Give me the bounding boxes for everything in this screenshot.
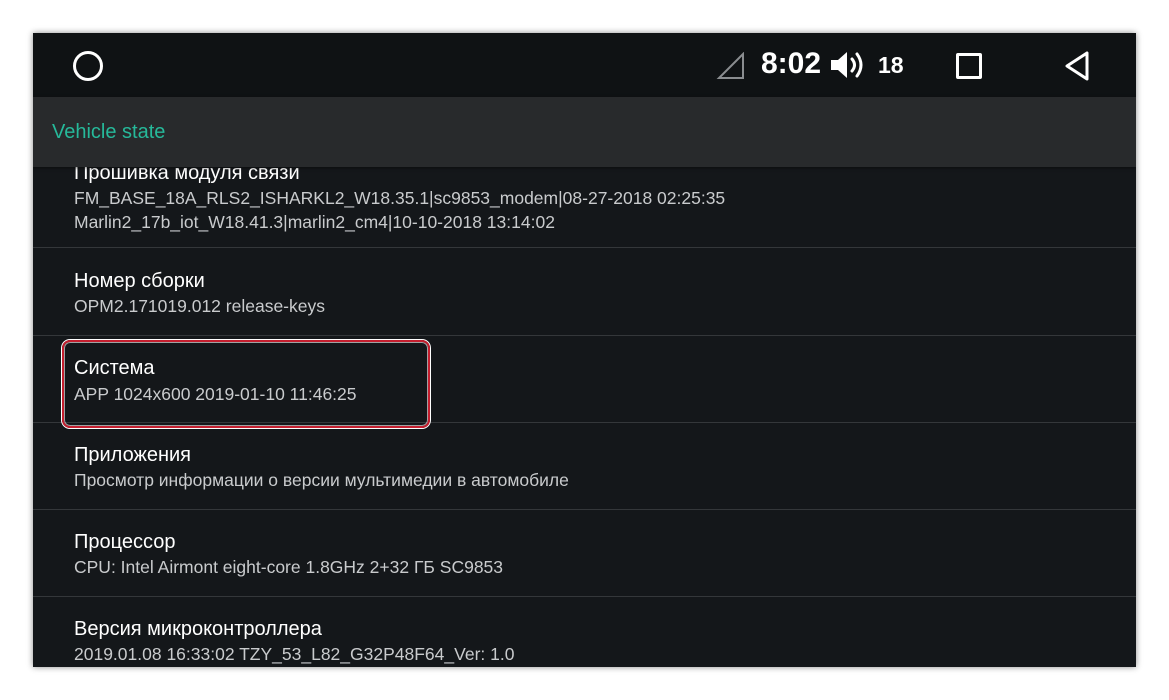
volume-icon[interactable] (829, 50, 869, 80)
item-title: Процессор (74, 531, 176, 553)
item-subtitle: Просмотр информации о версии мультимедии… (74, 470, 569, 490)
status-bar: 8:02 18 (33, 33, 1136, 97)
volume-level: 18 (878, 52, 904, 78)
home-icon[interactable] (73, 51, 103, 81)
title-bar: Vehicle state (33, 97, 1136, 167)
signal-icon (716, 52, 744, 79)
item-subtitle: Marlin2_17b_iot_W18.41.3|marlin2_cm4|10-… (74, 212, 555, 232)
recents-icon[interactable] (956, 53, 982, 79)
item-title: Номер сборки (74, 270, 205, 292)
item-title: Приложения (74, 444, 192, 466)
clock: 8:02 (761, 47, 822, 80)
list-item-mcu-version[interactable]: Версия микроконтроллера 2019.01.08 16:33… (33, 597, 1136, 667)
item-title: Версия микроконтроллера (74, 618, 322, 640)
item-subtitle: 2019.01.08 16:33:02 TZY_53_L82_G32P48F64… (74, 644, 515, 664)
item-subtitle: FM_BASE_18A_RLS2_ISHARKL2_W18.35.1|sc985… (74, 188, 726, 208)
list-item-system[interactable]: Система APP 1024x600 2019-01-10 11:46:25 (33, 336, 1136, 422)
item-subtitle: OPM2.171019.012 release-keys (74, 296, 325, 316)
list-item-processor[interactable]: Процессор CPU: Intel Airmont eight-core … (33, 510, 1136, 596)
list-item-applications[interactable]: Приложения Просмотр информации о версии … (33, 423, 1136, 509)
back-icon[interactable] (1063, 50, 1093, 82)
item-subtitle: APP 1024x600 2019-01-10 11:46:25 (74, 384, 357, 404)
head-unit-screen: Прошивка модуля связи FM_BASE_18A_RLS2_I… (33, 33, 1136, 667)
page-title: Vehicle state (52, 121, 166, 143)
list-item-build-number[interactable]: Номер сборки OPM2.171019.012 release-key… (33, 248, 1136, 334)
item-subtitle: CPU: Intel Airmont eight-core 1.8GHz 2+3… (74, 557, 504, 577)
item-title: Система (74, 357, 155, 379)
